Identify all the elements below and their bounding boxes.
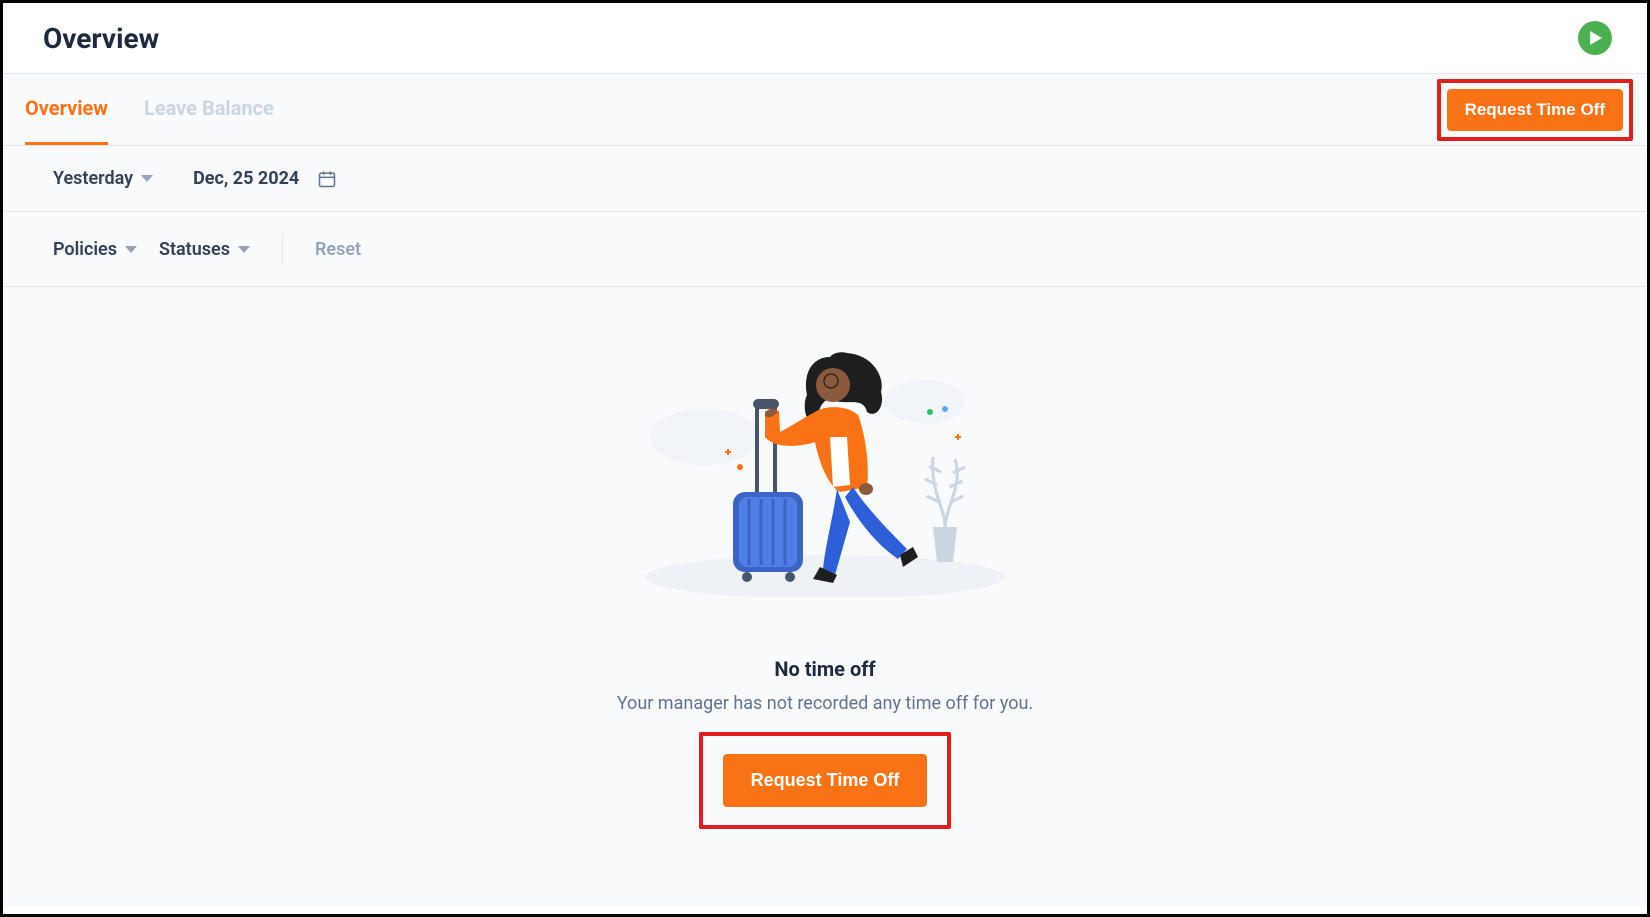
empty-state-subtitle: Your manager has not recorded any time o…: [617, 693, 1033, 714]
tab-leave-balance[interactable]: Leave Balance: [144, 74, 274, 145]
page-title: Overview: [43, 22, 159, 55]
request-time-off-button-mid[interactable]: Request Time Off: [723, 754, 928, 807]
date-value: Dec, 25 2024: [193, 168, 299, 189]
highlight-request-top: Request Time Off: [1437, 79, 1633, 141]
chevron-down-icon: [141, 175, 153, 182]
highlight-request-mid: Request Time Off: [699, 732, 952, 829]
chevron-down-icon: [125, 246, 137, 253]
date-range-dropdown[interactable]: Yesterday: [53, 168, 153, 189]
reset-button[interactable]: Reset: [315, 239, 361, 260]
subheader: Overview Leave Balance Request Time Off: [3, 74, 1647, 146]
empty-state-illustration: [615, 337, 1035, 597]
main-content: No time off Your manager has not recorde…: [3, 287, 1647, 907]
date-picker[interactable]: Dec, 25 2024: [193, 168, 337, 189]
play-button[interactable]: [1578, 21, 1612, 55]
filter-row: Policies Statuses Reset: [3, 212, 1647, 287]
date-row: Yesterday Dec, 25 2024: [3, 146, 1647, 212]
statuses-label: Statuses: [159, 239, 230, 260]
request-time-off-button-top[interactable]: Request Time Off: [1447, 89, 1623, 131]
policies-label: Policies: [53, 239, 117, 260]
statuses-dropdown[interactable]: Statuses: [159, 239, 250, 260]
tab-overview[interactable]: Overview: [25, 74, 108, 145]
empty-state-title: No time off: [774, 657, 875, 681]
tabs: Overview Leave Balance: [25, 74, 274, 145]
divider: [282, 234, 283, 264]
calendar-icon: [317, 169, 337, 189]
policies-dropdown[interactable]: Policies: [53, 239, 137, 260]
date-range-label: Yesterday: [53, 168, 133, 189]
play-icon: [1589, 31, 1603, 45]
chevron-down-icon: [238, 246, 250, 253]
page-header: Overview: [3, 3, 1647, 74]
